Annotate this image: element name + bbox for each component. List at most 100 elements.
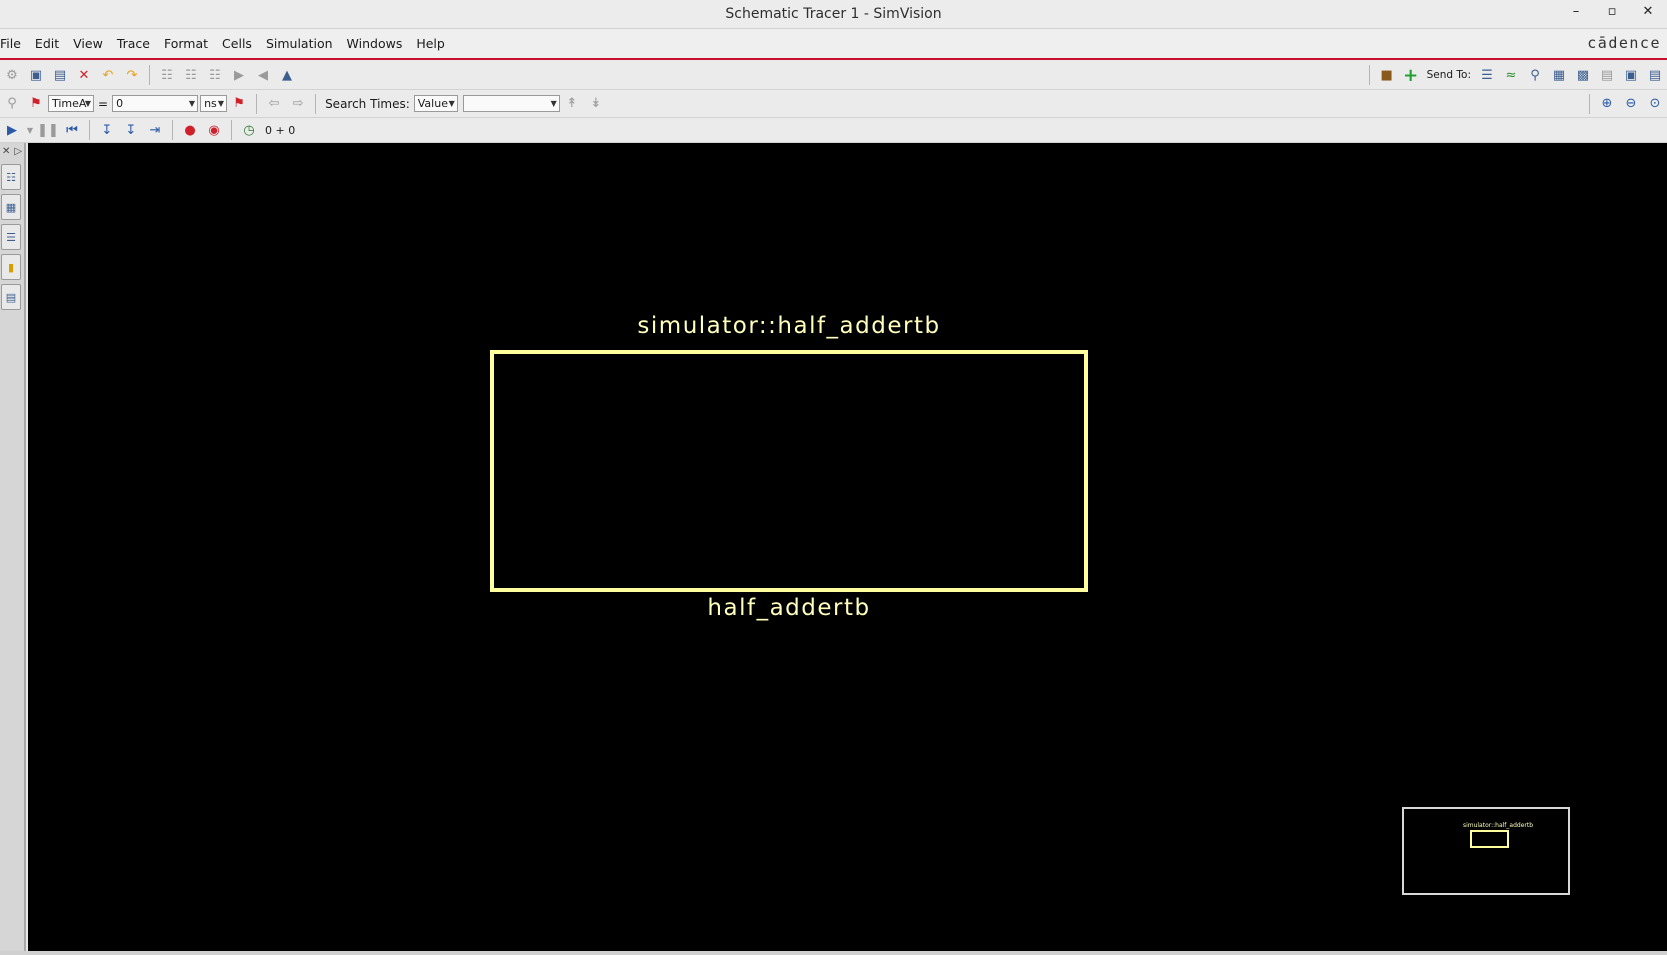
instance-path-label: simulator::half_addertb bbox=[637, 313, 941, 339]
toolbar-separator bbox=[149, 65, 150, 85]
send-to-design-browser-icon[interactable]: ☰ bbox=[1477, 66, 1497, 84]
zoom-in-icon[interactable]: ⊕ bbox=[1597, 95, 1617, 113]
previous-time-icon[interactable]: ⇦ bbox=[264, 95, 284, 113]
step-into-icon[interactable]: ↧ bbox=[97, 121, 117, 139]
run-icon[interactable]: ▶ bbox=[2, 121, 22, 139]
menu-edit[interactable]: Edit bbox=[28, 36, 66, 51]
layout-icon-2[interactable]: ▣ bbox=[1621, 66, 1641, 84]
menu-windows[interactable]: Windows bbox=[340, 36, 410, 51]
title-bar: Schematic Tracer 1 - SimVision – ▫ ✕ bbox=[0, 0, 1667, 29]
trace-drivers-icon[interactable]: ☷ bbox=[157, 66, 177, 84]
maximize-icon[interactable]: ▫ bbox=[1603, 4, 1621, 19]
next-time-icon[interactable]: ⇨ bbox=[288, 95, 308, 113]
search-kind-value: Value bbox=[417, 97, 448, 110]
time-unit-select[interactable]: ns ▼ bbox=[200, 95, 228, 112]
layout-icon-3[interactable]: ▤ bbox=[1645, 66, 1665, 84]
toolbar-separator bbox=[1589, 93, 1590, 114]
redo-icon[interactable]: ↷ bbox=[122, 66, 142, 84]
undo-icon[interactable]: ↶ bbox=[98, 66, 118, 84]
left-sidebar: ✕ ▷ ☷ ▦ ☰ ▮ ▤ bbox=[0, 143, 26, 951]
time-value: 0 bbox=[116, 97, 124, 110]
menu-cells[interactable]: Cells bbox=[215, 36, 259, 51]
bookmark-icon[interactable]: ▮ bbox=[1, 254, 21, 280]
time-toolbar: ⚲ ⚑ TimeA ▼ = 0 ▼ ns ▼ ⚑ ⇦ ⇨ Search Time… bbox=[0, 90, 1667, 118]
time-value-field[interactable]: 0 ▼ bbox=[112, 95, 199, 112]
toolbar-separator bbox=[172, 120, 173, 140]
signal-list-icon[interactable]: ☰ bbox=[1, 224, 21, 250]
menu-format[interactable]: Format bbox=[157, 36, 215, 51]
menu-file[interactable]: File bbox=[0, 36, 28, 51]
overview-label: simulator::half_addertb bbox=[1462, 822, 1534, 829]
menu-simulation[interactable]: Simulation bbox=[259, 36, 340, 51]
minimize-icon[interactable]: – bbox=[1567, 4, 1585, 19]
send-to-register-icon[interactable]: ▩ bbox=[1573, 66, 1593, 84]
pause-icon[interactable]: ❚❚ bbox=[37, 121, 59, 139]
copy-icon[interactable]: ▣ bbox=[26, 66, 46, 84]
toolbar-separator bbox=[89, 120, 90, 140]
lock-icon[interactable]: ⚲ bbox=[2, 95, 22, 113]
overview-cell-box bbox=[1470, 830, 1509, 848]
send-to-waveform-icon[interactable]: ≈ bbox=[1501, 66, 1521, 84]
find-icon[interactable]: ▲ bbox=[277, 66, 297, 84]
menu-help[interactable]: Help bbox=[409, 36, 452, 51]
send-to-label: Send To: bbox=[1426, 69, 1471, 81]
trace-loads-icon[interactable]: ☷ bbox=[181, 66, 201, 84]
paste-icon[interactable]: ▤ bbox=[50, 66, 70, 84]
search-backward-icon[interactable]: ↟ bbox=[562, 95, 582, 113]
cadence-logo: cādence bbox=[1587, 34, 1661, 52]
overview-panel[interactable]: simulator::half_addertb bbox=[1402, 807, 1570, 895]
search-forward-icon[interactable]: ↡ bbox=[586, 95, 606, 113]
rewind-icon[interactable]: ⏮ bbox=[62, 121, 82, 139]
properties-icon[interactable]: ▤ bbox=[1, 284, 21, 310]
toolbar-separator bbox=[1368, 65, 1370, 85]
expand-icon[interactable]: ▷ bbox=[14, 146, 22, 157]
status-bar bbox=[0, 951, 1667, 955]
search-value-field[interactable]: ▼ bbox=[462, 95, 560, 112]
toolbar-separator bbox=[256, 93, 258, 114]
package-icon[interactable]: ■ bbox=[1377, 66, 1397, 84]
time-unit-value: ns bbox=[204, 97, 217, 110]
step-out-icon[interactable]: ⇥ bbox=[145, 121, 165, 139]
trace-back-icon[interactable]: ▶ bbox=[229, 66, 249, 84]
menu-trace[interactable]: Trace bbox=[110, 36, 157, 51]
sim-time-icon: ◷ bbox=[243, 122, 255, 138]
cut-icon[interactable]: ⚙ bbox=[2, 66, 22, 84]
goto-marker-icon[interactable]: ⚑ bbox=[229, 95, 249, 113]
trace-forward-icon[interactable]: ◀ bbox=[253, 66, 273, 84]
time-mode-value: TimeA bbox=[52, 97, 87, 110]
layout-icon-1[interactable]: ▤ bbox=[1597, 66, 1617, 84]
send-to-schematic-icon[interactable]: ▦ bbox=[1549, 66, 1569, 84]
half-addertb-cell[interactable] bbox=[490, 350, 1088, 592]
menu-bar: File Edit View Trace Format Cells Simula… bbox=[0, 29, 1667, 60]
menu-view[interactable]: View bbox=[66, 36, 110, 51]
delete-icon[interactable]: ✕ bbox=[74, 66, 94, 84]
close-icon[interactable]: ✕ bbox=[2, 146, 10, 157]
step-over-icon[interactable]: ↧ bbox=[121, 121, 141, 139]
breakpoint-icon[interactable]: ◉ bbox=[204, 121, 224, 139]
search-times-label: Search Times: bbox=[325, 96, 410, 111]
window-title: Schematic Tracer 1 - SimVision bbox=[725, 6, 942, 22]
time-mode-select[interactable]: TimeA ▼ bbox=[48, 95, 94, 112]
schematic-canvas[interactable]: simulator::half_addertb half_addertb sim… bbox=[28, 143, 1667, 951]
stop-icon[interactable]: ● bbox=[180, 121, 200, 139]
sim-time: 0 + 0 bbox=[265, 123, 296, 137]
chevron-down-icon[interactable]: ▼ bbox=[26, 121, 34, 139]
hierarchy-icon[interactable]: ▦ bbox=[1, 194, 21, 220]
chevron-down-icon: ▼ bbox=[84, 99, 91, 108]
simulation-toolbar: ▶ ▼ ❚❚ ⏮ ↧ ↧ ⇥ ● ◉ ◷ 0 + 0 bbox=[0, 118, 1667, 143]
add-icon[interactable]: + bbox=[1401, 65, 1421, 86]
chevron-down-icon: ▼ bbox=[217, 99, 225, 108]
cell-name-label: half_addertb bbox=[707, 595, 871, 621]
trace-connections-icon[interactable]: ☷ bbox=[205, 66, 225, 84]
chevron-down-icon: ▼ bbox=[448, 99, 455, 108]
design-browser-icon[interactable]: ☷ bbox=[1, 164, 21, 190]
marker-flag-icon[interactable]: ⚑ bbox=[26, 95, 46, 113]
close-icon[interactable]: ✕ bbox=[1639, 4, 1657, 19]
chevron-down-icon: ▼ bbox=[550, 99, 557, 108]
search-kind-select[interactable]: Value ▼ bbox=[413, 95, 458, 112]
send-to-source-icon[interactable]: ⚲ bbox=[1525, 66, 1545, 84]
main-toolbar: ⚙ ▣ ▤ ✕ ↶ ↷ ☷ ☷ ☷ ▶ ◀ ▲ ■ + Send To: ☰ ≈… bbox=[0, 61, 1667, 90]
toolbar-separator bbox=[315, 93, 317, 114]
zoom-fit-icon[interactable]: ⊙ bbox=[1645, 95, 1665, 113]
zoom-out-icon[interactable]: ⊖ bbox=[1621, 95, 1641, 113]
